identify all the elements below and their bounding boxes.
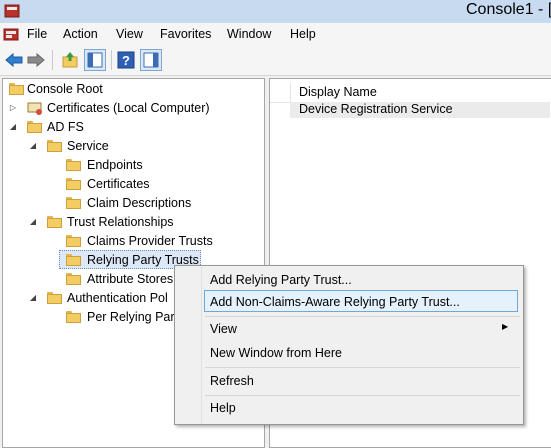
folder-icon <box>66 235 81 247</box>
menu-favorites[interactable]: Favorites <box>160 27 211 41</box>
tree-item-label: Service <box>67 139 109 153</box>
up-folder-icon[interactable] <box>61 51 79 69</box>
folder-icon <box>66 197 81 209</box>
ctx-refresh[interactable]: Refresh <box>210 374 254 388</box>
tree-item-label: Claim Descriptions <box>87 196 192 210</box>
back-arrow-icon[interactable] <box>5 52 23 68</box>
svg-text:?: ? <box>122 53 130 68</box>
folder-icon <box>66 311 81 323</box>
tree-item-service[interactable]: ◢ Service <box>0 137 260 155</box>
tree-item-label: Endpoints <box>87 158 143 172</box>
toolbar-separator <box>111 50 112 70</box>
toolbar-separator <box>52 50 53 70</box>
window-title: Console1 - [ <box>466 1 551 18</box>
ctx-help[interactable]: Help <box>210 401 236 415</box>
console-app-icon[interactable] <box>4 3 20 19</box>
toolbar <box>0 45 551 76</box>
tree-item-label: AD FS <box>47 120 84 134</box>
folder-icon <box>9 83 24 95</box>
folder-icon <box>27 121 42 133</box>
menu-view[interactable]: View <box>116 27 143 41</box>
folder-icon <box>47 140 62 152</box>
tree-item-endpoints[interactable]: Endpoints <box>0 156 260 174</box>
submenu-arrow-icon: ▶ <box>502 322 509 331</box>
collapse-arrow-icon[interactable]: ◢ <box>8 118 18 136</box>
tree-item-label: Certificates <box>87 177 150 191</box>
show-action-pane-icon[interactable] <box>140 49 162 71</box>
tree-item-claim-descriptions[interactable]: Claim Descriptions <box>0 194 260 212</box>
certificate-snapin-icon <box>27 101 43 116</box>
context-menu-gutter <box>201 266 202 424</box>
folder-icon <box>66 273 81 285</box>
context-menu-separator <box>205 367 520 368</box>
folder-icon <box>47 292 62 304</box>
help-icon[interactable]: ? <box>117 51 135 69</box>
context-menu-separator <box>205 316 520 317</box>
tree-item-trust-relationships[interactable]: ◢ Trust Relationships <box>0 213 260 231</box>
ctx-view[interactable]: View <box>210 322 237 336</box>
tree-item-label: Trust Relationships <box>67 215 174 229</box>
expand-arrow-icon[interactable]: ▷ <box>8 99 18 117</box>
tree-item-certificates-local[interactable]: ▷ Certificates (Local Computer) <box>0 99 260 117</box>
ctx-add-relying-party-trust[interactable]: Add Relying Party Trust... <box>210 273 352 287</box>
collapse-arrow-icon[interactable]: ◢ <box>28 137 38 155</box>
tree-item-console-root[interactable]: Console Root <box>0 80 260 98</box>
list-item[interactable]: Device Registration Service <box>299 102 453 116</box>
tree-item-label: Per Relying Part <box>87 310 179 324</box>
menu-help[interactable]: Help <box>290 27 316 41</box>
collapse-arrow-icon[interactable]: ◢ <box>28 289 38 307</box>
ctx-add-non-claims-aware-trust[interactable]: Add Non-Claims-Aware Relying Party Trust… <box>210 295 460 309</box>
tree-item-label: Attribute Stores <box>87 272 174 286</box>
column-divider[interactable] <box>290 83 291 102</box>
collapse-arrow-icon[interactable]: ◢ <box>28 213 38 231</box>
folder-icon <box>47 216 62 228</box>
tree-item-label: Authentication Pol <box>67 291 168 305</box>
menu-file[interactable]: File <box>27 27 47 41</box>
mmc-document-icon[interactable] <box>3 26 19 42</box>
folder-icon <box>66 254 81 266</box>
tree-item-label: Certificates (Local Computer) <box>47 101 210 115</box>
ctx-new-window-from-here[interactable]: New Window from Here <box>210 346 342 360</box>
menu-action[interactable]: Action <box>63 27 98 41</box>
forward-arrow-icon[interactable] <box>27 52 45 68</box>
tree-item-label: Console Root <box>27 82 103 96</box>
column-header-display-name[interactable]: Display Name <box>299 85 377 99</box>
folder-icon <box>66 178 81 190</box>
tree-item-certificates[interactable]: Certificates <box>0 175 260 193</box>
menu-window[interactable]: Window <box>227 27 271 41</box>
tree-item-claims-provider-trusts[interactable]: Claims Provider Trusts <box>0 232 260 250</box>
show-hide-tree-icon[interactable] <box>84 49 106 71</box>
tree-item-label: Claims Provider Trusts <box>87 234 213 248</box>
tree-item-ad-fs[interactable]: ◢ AD FS <box>0 118 260 136</box>
context-menu-separator <box>205 395 520 396</box>
folder-icon <box>66 159 81 171</box>
